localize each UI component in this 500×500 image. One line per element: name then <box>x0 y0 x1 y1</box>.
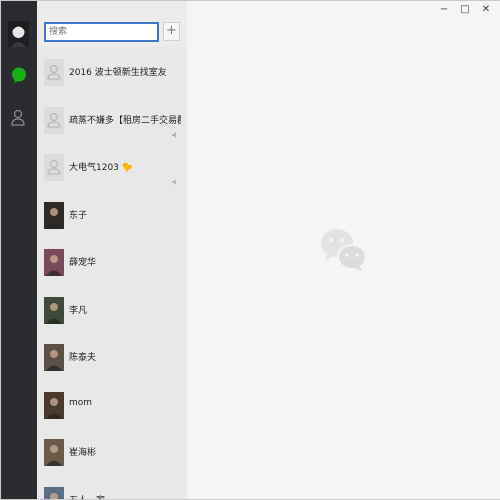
close-button[interactable]: ✕ <box>479 5 493 15</box>
chat-list-item[interactable]: 薛宠华 <box>37 237 187 285</box>
contacts-icon[interactable] <box>11 109 27 127</box>
avatar <box>44 154 64 181</box>
avatar <box>44 486 64 499</box>
chat-list-item[interactable]: 五人一家 <box>37 475 187 500</box>
avatar <box>44 344 64 371</box>
search-bar: + <box>37 1 187 47</box>
chat-name: mom <box>69 397 93 408</box>
chat-name: 李凡 <box>69 305 88 316</box>
avatar <box>44 439 64 466</box>
avatar <box>44 249 64 276</box>
wechat-logo-icon <box>319 225 369 275</box>
maximize-button[interactable]: □ <box>458 5 472 15</box>
chat-list-item[interactable]: 李凡 <box>37 285 187 333</box>
left-nav-bar <box>1 1 37 499</box>
chat-list-item[interactable]: 2016 波士顿新生找室友 <box>37 47 187 95</box>
chat-list-item[interactable]: 疏蒸不嫌多【租房二手交易群】 <box>37 95 187 143</box>
chat-icon[interactable] <box>11 67 27 83</box>
chat-list-item[interactable]: 崔海彬 <box>37 427 187 475</box>
chat-name: 疏蒸不嫌多【租房二手交易群】 <box>69 115 181 126</box>
chat-name: 大电气1203 🐤 <box>69 163 133 173</box>
chat-name: 东子 <box>69 210 88 221</box>
wechat-window: + 2016 波士顿新生找室友疏蒸不嫌多【租房二手交易群】大电气1203 🐤 东子… <box>0 0 500 500</box>
search-input[interactable] <box>44 22 159 42</box>
avatar <box>44 106 64 134</box>
chat-name: 陈泰夫 <box>69 353 97 363</box>
chat-name: 崔海彬 <box>69 448 97 458</box>
avatar <box>44 59 64 86</box>
avatar <box>44 391 64 419</box>
mute-icon <box>171 171 179 185</box>
my-avatar[interactable] <box>8 21 29 47</box>
chat-list-item[interactable]: 陈泰夫 <box>37 332 187 380</box>
minimize-button[interactable]: − <box>437 5 451 15</box>
chat-list-item[interactable]: 大电气1203 🐤 <box>37 142 187 190</box>
chat-list-item[interactable]: 东子 <box>37 190 187 238</box>
avatar <box>44 296 64 324</box>
chat-name: 五人一家 <box>69 493 105 500</box>
main-panel: − □ ✕ <box>187 1 500 499</box>
chat-name: 2016 波士顿新生找室友 <box>69 68 167 78</box>
add-chat-button[interactable]: + <box>163 22 180 41</box>
avatar <box>44 201 64 229</box>
chat-list: 2016 波士顿新生找室友疏蒸不嫌多【租房二手交易群】大电气1203 🐤 东子薛宠… <box>37 47 187 499</box>
chat-name: 薛宠华 <box>69 258 97 268</box>
chat-list-item[interactable]: mom <box>37 380 187 428</box>
chat-list-panel: + 2016 波士顿新生找室友疏蒸不嫌多【租房二手交易群】大电气1203 🐤 东子… <box>37 1 187 499</box>
mute-icon <box>171 124 179 138</box>
